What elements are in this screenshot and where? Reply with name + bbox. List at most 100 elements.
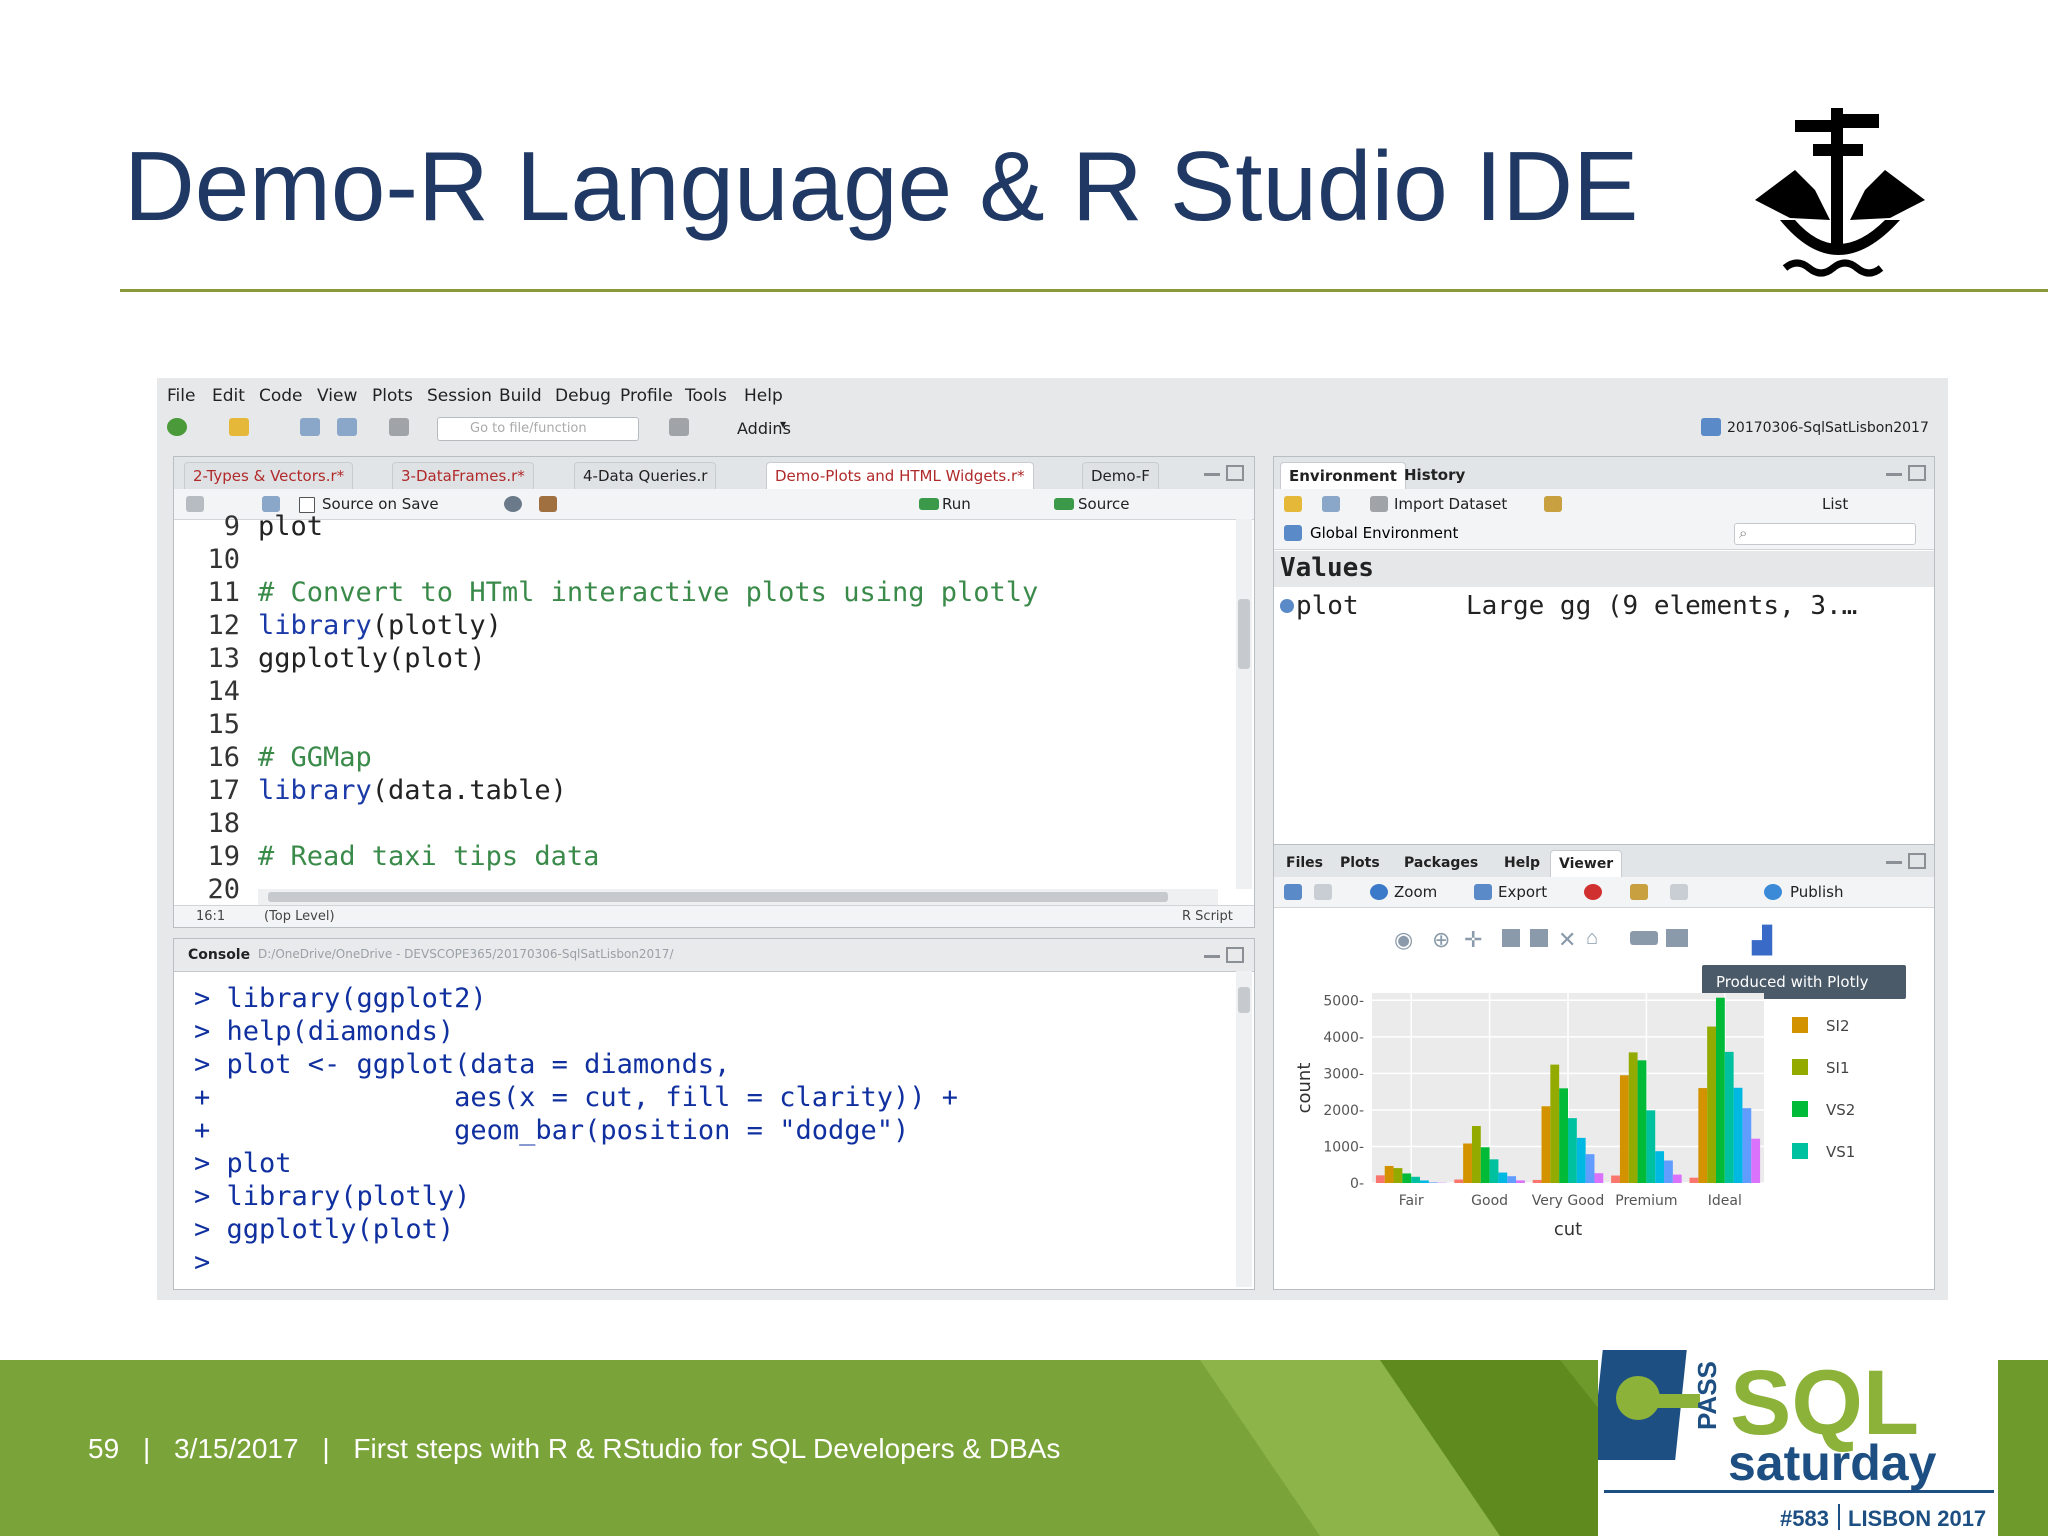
tab-types-vectors[interactable]: 2-Types & Vectors.r* (184, 462, 354, 489)
bar-vs1 (1646, 1110, 1656, 1183)
pan-icon[interactable]: ✛ (1464, 927, 1482, 953)
tab-packages[interactable]: Packages (1396, 850, 1486, 876)
bar-if (1594, 1173, 1604, 1183)
page-number: 59 (88, 1433, 120, 1464)
bar-vvs1 (1742, 1108, 1752, 1183)
plotly-logo-icon[interactable]: ▟ (1752, 925, 1772, 956)
project-name[interactable]: 20170306-SqlSatLisbon2017 (1727, 420, 1929, 436)
console-header: Console D:/OneDrive/OneDrive - DEVSCOPE3… (174, 939, 1254, 972)
autoscale-icon[interactable]: ✕ (1558, 927, 1576, 953)
back-icon[interactable] (186, 496, 204, 512)
environment-search-input[interactable]: ⌕ (1734, 523, 1916, 545)
tab-demo-plots[interactable]: Demo-Plots and HTML Widgets.r* (766, 462, 1034, 489)
run-icon[interactable] (919, 498, 939, 510)
save-icon[interactable] (300, 418, 320, 436)
menu-session[interactable]: Session (427, 386, 492, 406)
save-icon[interactable] (262, 496, 280, 512)
tab-files[interactable]: Files (1278, 850, 1331, 876)
console-vscrollbar[interactable] (1236, 971, 1252, 1287)
search-icon[interactable] (504, 496, 522, 512)
broom-icon[interactable] (1630, 884, 1648, 900)
console-line: > ggplotly(plot) (194, 1214, 455, 1245)
import-dataset-button[interactable]: Import Dataset (1394, 495, 1507, 513)
menu-help[interactable]: Help (744, 386, 783, 406)
console-prompt[interactable]: > (194, 1247, 210, 1278)
publish-dropdown[interactable]: Publish (1790, 883, 1843, 901)
menu-plots[interactable]: Plots (372, 386, 413, 406)
expand-icon[interactable] (1280, 599, 1294, 613)
chevron-down-icon: ▾ (780, 417, 787, 431)
bar-vs1 (1568, 1118, 1577, 1183)
line-number: 15 (207, 709, 240, 740)
hover-closest-icon[interactable] (1630, 931, 1658, 945)
list-view-dropdown[interactable]: List (1822, 495, 1848, 513)
menu-view[interactable]: View (317, 386, 357, 406)
file-type-selector[interactable]: R Script (1182, 909, 1233, 924)
sql-saturday-logo: PASS SQL saturday #583 LISBON 2017 (1598, 1338, 1998, 1536)
tab-data-queries[interactable]: 4-Data Queries.r (574, 462, 717, 489)
menu-debug[interactable]: Debug (555, 386, 611, 406)
zoom-button[interactable]: Zoom (1394, 883, 1437, 901)
tab-dataframes[interactable]: 3-DataFrames.r* (392, 462, 534, 489)
tab-plots[interactable]: Plots (1332, 850, 1388, 876)
zoom-out-box-icon[interactable] (1530, 929, 1548, 947)
tab-demo-f[interactable]: Demo-F (1082, 462, 1159, 489)
scope-selector[interactable]: (Top Level) (264, 909, 335, 924)
print-icon[interactable] (389, 418, 409, 436)
source-icon[interactable] (1054, 498, 1074, 510)
hover-compare-icon[interactable] (1666, 929, 1688, 947)
tab-environment[interactable]: Environment (1280, 462, 1406, 489)
stop-icon[interactable] (1584, 884, 1602, 900)
x-tick-label: Very Good (1532, 1193, 1604, 1209)
bar-si2 (1541, 1106, 1551, 1183)
pane-minmax-icon[interactable] (1204, 465, 1244, 481)
back-icon[interactable] (1284, 884, 1302, 900)
pane-minmax-icon[interactable] (1886, 853, 1926, 869)
bar-if (1751, 1138, 1761, 1183)
pane-minmax-icon[interactable] (1886, 465, 1926, 481)
zoom-in-icon[interactable]: ⊕ (1432, 927, 1450, 953)
scope-dropdown[interactable]: Global Environment (1310, 524, 1458, 542)
zoom-in-box-icon[interactable] (1502, 929, 1520, 947)
viewer-toolbar: Zoom Export Publish (1274, 877, 1934, 908)
forward-icon[interactable] (1314, 884, 1332, 900)
new-file-icon[interactable] (167, 418, 187, 436)
editor-hscrollbar[interactable] (258, 889, 1218, 905)
bar-vvs2 (1655, 1151, 1665, 1183)
export-dropdown[interactable]: Export (1498, 883, 1547, 901)
menu-build[interactable]: Build (499, 386, 542, 406)
bar-si1 (1471, 1126, 1481, 1183)
menu-edit[interactable]: Edit (212, 386, 245, 406)
tab-help[interactable]: Help (1496, 850, 1548, 876)
save-workspace-icon[interactable] (1322, 496, 1340, 512)
tab-viewer[interactable]: Viewer (1550, 850, 1623, 877)
code-area[interactable]: 9 plot 10 11 # Convert to HTml interacti… (174, 511, 1234, 905)
menu-code[interactable]: Code (259, 386, 303, 406)
run-button[interactable]: Run (942, 495, 971, 513)
grid-icon[interactable] (669, 418, 689, 436)
editor-vscrollbar[interactable] (1236, 519, 1252, 889)
environment-row[interactable]: plot Large gg (9 elements, 3.… (1274, 589, 1934, 625)
bar-si1 (1393, 1168, 1403, 1183)
save-all-icon[interactable] (337, 418, 357, 436)
bar-vs2 (1559, 1088, 1568, 1183)
menu-tools[interactable]: Tools (685, 386, 727, 406)
code-tools-icon[interactable] (539, 496, 557, 512)
tab-history[interactable]: History (1396, 462, 1473, 488)
goto-file-input[interactable]: Go to file/function (437, 417, 639, 441)
console-line: > library(ggplot2) (194, 983, 487, 1014)
open-project-icon[interactable] (229, 418, 249, 436)
camera-icon[interactable]: ◉ (1394, 927, 1413, 953)
source-button[interactable]: Source (1078, 495, 1130, 513)
popout-icon[interactable] (1670, 884, 1688, 900)
export-icon (1474, 884, 1492, 900)
logo-event-city: LISBON 2017 (1848, 1506, 1986, 1531)
home-icon[interactable]: ⌂ (1586, 927, 1598, 950)
bar-vvs1 (1585, 1154, 1595, 1183)
broom-icon[interactable] (1544, 496, 1562, 512)
menu-profile[interactable]: Profile (620, 386, 673, 406)
menu-file[interactable]: File (167, 386, 195, 406)
pane-minmax-icon[interactable] (1204, 947, 1244, 963)
load-workspace-icon[interactable] (1284, 496, 1302, 512)
bar-si2 (1619, 1075, 1629, 1183)
